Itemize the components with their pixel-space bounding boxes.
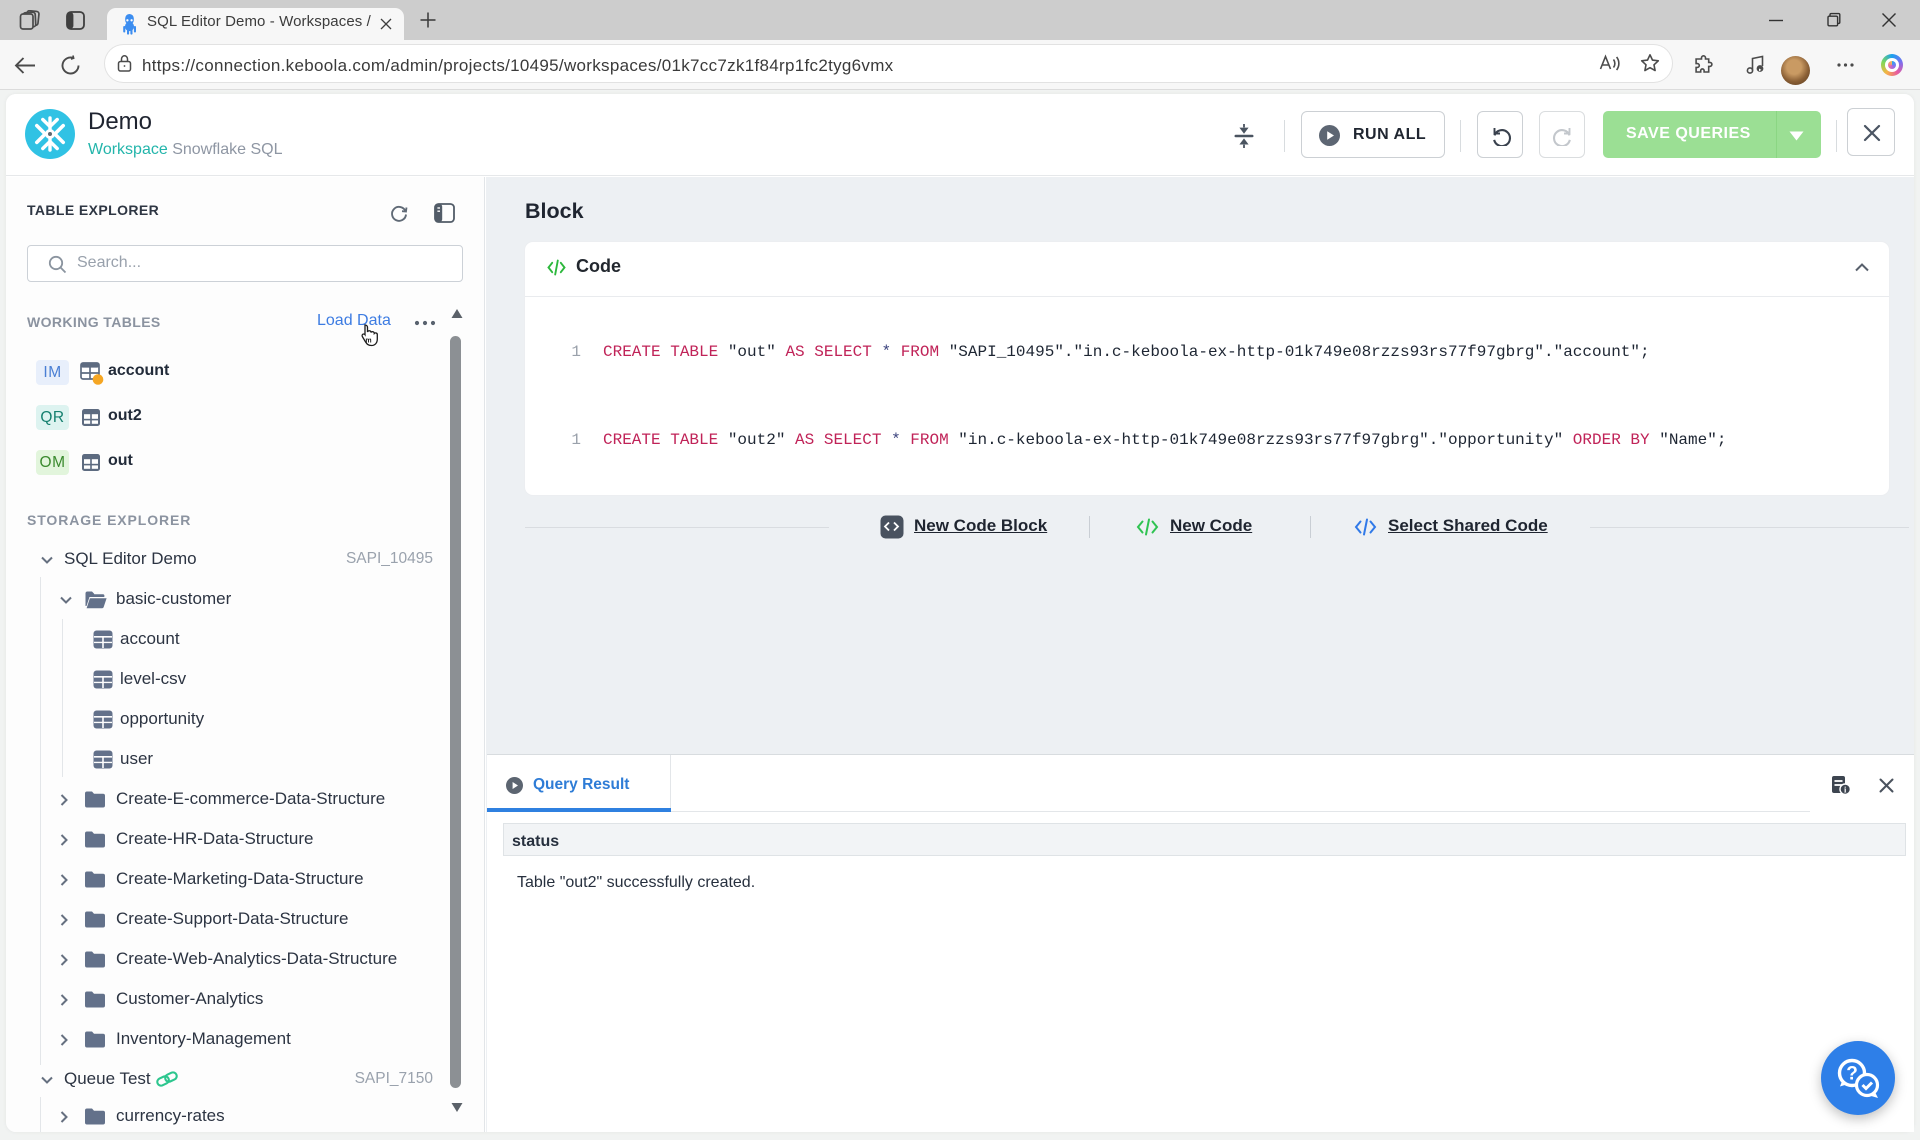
svg-text:m: m	[365, 338, 371, 345]
